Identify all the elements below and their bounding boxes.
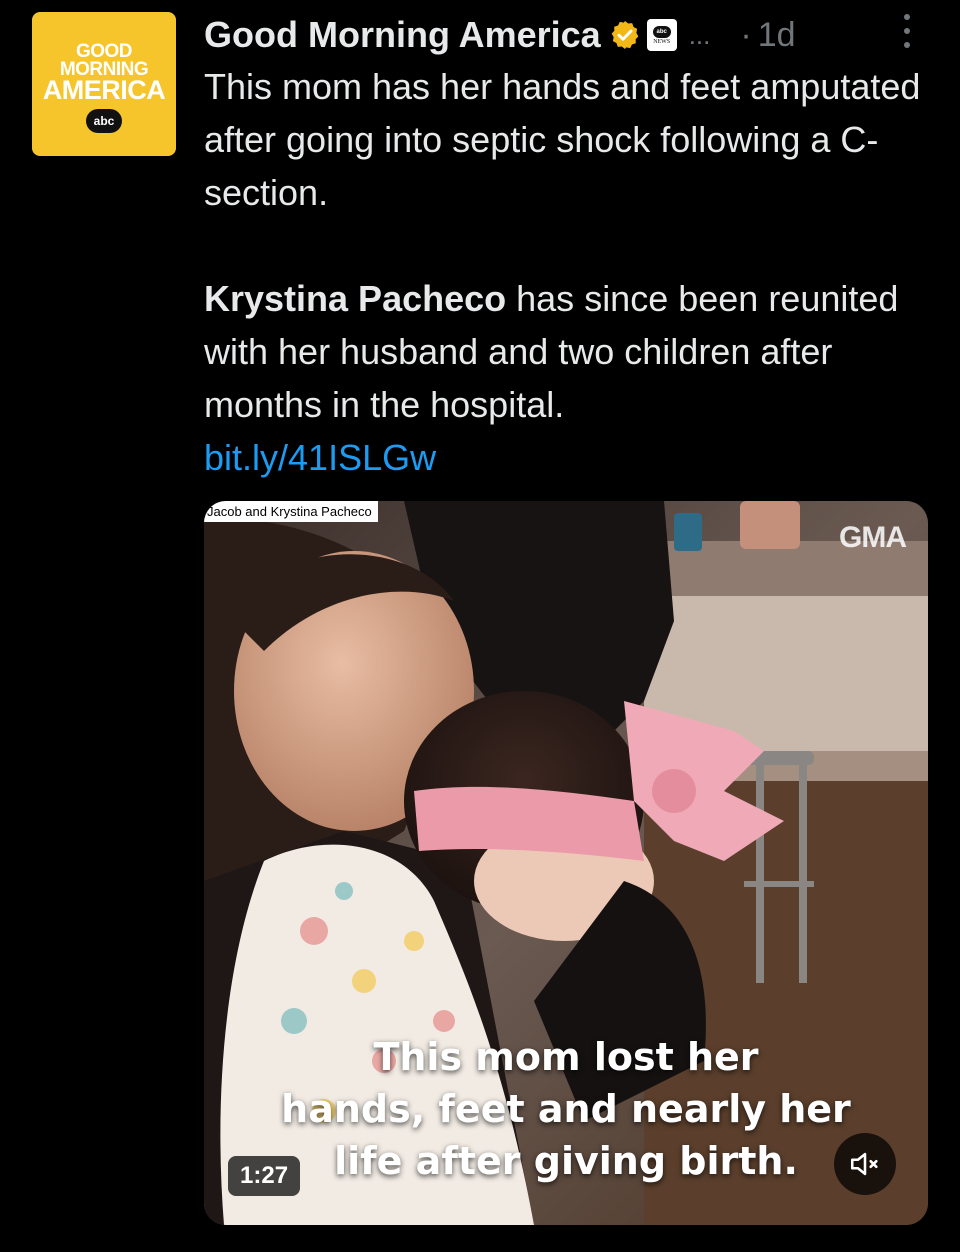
header-separator: · (740, 15, 752, 54)
affiliate-badge-abc: abc (652, 25, 671, 38)
tweet-paragraph-1: This mom has her hands and feet amputate… (204, 66, 921, 213)
tweet-link[interactable]: bit.ly/41ISLGw (204, 431, 944, 484)
caption-line-2: hands, feet and nearly her (281, 1087, 851, 1131)
photo-credit: Jacob and Krystina Pacheco (204, 501, 378, 522)
mentioned-name: Krystina Pacheco (204, 278, 507, 319)
caption-line-3: life after giving birth. (334, 1139, 798, 1183)
tweet-paragraph-2: Krystina Pacheco has since been reunited… (204, 272, 944, 431)
author-avatar[interactable]: GOOD MORNING AMERICA abc (32, 12, 176, 156)
more-options-icon[interactable] (900, 14, 914, 48)
avatar-text-america: AMERICA (42, 75, 166, 106)
abc-logo-icon: abc (86, 108, 122, 133)
verified-badge-icon[interactable] (609, 19, 641, 51)
speaker-muted-icon (850, 1152, 878, 1176)
video-caption: This mom lost her hands, feet and nearly… (234, 1031, 898, 1187)
tweet-header: Good Morning America abc NEWS ... · 1d (204, 10, 960, 60)
name-truncation: ... (688, 19, 711, 50)
video-duration: 1:27 (228, 1156, 301, 1196)
video-player[interactable]: Jacob and Krystina Pacheco GMA This mom … (204, 501, 928, 1225)
mute-button[interactable] (834, 1133, 896, 1195)
author-name[interactable]: Good Morning America (204, 14, 601, 56)
affiliate-badge-icon[interactable]: abc NEWS (646, 19, 677, 51)
affiliate-badge-news: NEWS (653, 38, 671, 45)
tweet-text: This mom has her hands and feet amputate… (204, 60, 944, 484)
tweet-timestamp[interactable]: 1d (758, 16, 796, 55)
gma-watermark: GMA (839, 521, 907, 554)
avatar-text-good: GOOD (75, 41, 133, 63)
caption-line-1: This mom lost her (373, 1035, 759, 1079)
